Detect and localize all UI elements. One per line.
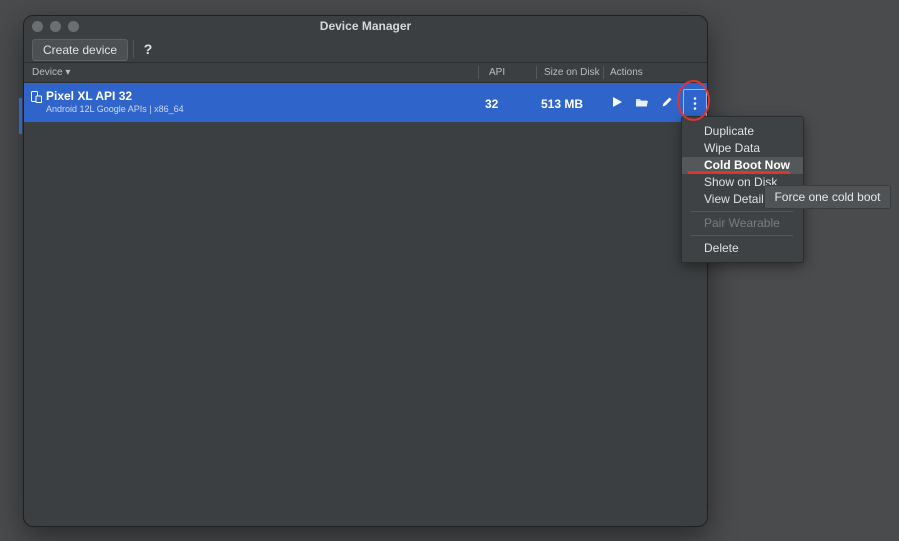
column-divider (603, 66, 604, 79)
minimize-window-button[interactable] (50, 21, 61, 32)
table-row[interactable]: Pixel XL API 32 Android 12L Google APIs … (24, 83, 707, 122)
device-subtitle: Android 12L Google APIs | x86_64 (46, 104, 184, 114)
actions-column-header: Actions (610, 67, 643, 78)
zoom-window-button[interactable] (68, 21, 79, 32)
selection-indicator (19, 98, 22, 134)
device-column-header[interactable]: Device ▾ (32, 63, 70, 82)
create-device-button[interactable]: Create device (32, 39, 129, 61)
annotation-circle (677, 80, 710, 121)
pencil-icon[interactable] (660, 95, 674, 109)
device-size: 513 MB (541, 97, 584, 111)
menu-item-pair-wearable: Pair Wearable (704, 216, 780, 230)
api-column-header[interactable]: API (489, 63, 505, 82)
play-icon[interactable] (610, 95, 624, 109)
size-column-header[interactable]: Size on Disk (544, 63, 600, 82)
cold-boot-tooltip: Force one cold boot (764, 185, 891, 209)
column-divider (478, 66, 479, 79)
menu-item-delete[interactable]: Delete (682, 240, 803, 257)
toolbar: Create device ? (24, 36, 707, 63)
table-header: Device ▾ API Size on Disk Actions (24, 63, 707, 83)
window-title: Device Manager (319, 19, 412, 33)
column-divider (536, 66, 537, 79)
device-name: Pixel XL API 32 (46, 89, 133, 103)
folder-icon[interactable] (635, 95, 649, 109)
device-manager-window: Device Manager Create device ? Device ▾ … (23, 15, 708, 527)
annotation-underline (688, 171, 790, 174)
close-window-button[interactable] (32, 21, 43, 32)
menu-item-duplicate[interactable]: Duplicate (682, 123, 803, 140)
menu-divider (691, 211, 793, 212)
toolbar-divider (133, 40, 134, 58)
device-api: 32 (485, 97, 499, 111)
window-controls (32, 21, 79, 32)
menu-item-wipe-data[interactable]: Wipe Data (682, 140, 803, 157)
title-bar: Device Manager (24, 16, 707, 36)
help-button[interactable]: ? (139, 39, 157, 59)
phone-tablet-icon (31, 91, 42, 103)
menu-divider (691, 235, 793, 236)
